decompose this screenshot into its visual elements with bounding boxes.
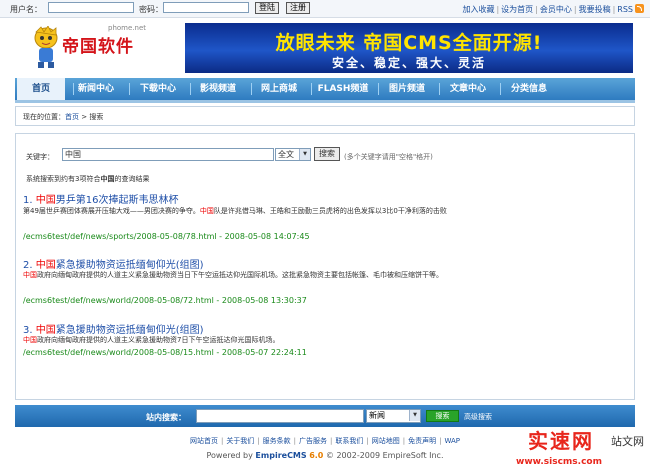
- nav-sub-strip: [15, 100, 635, 103]
- main-nav: 首页 新闻中心 下载中心 影视频道 网上商城 FLASH频道 图片频道 文章中心…: [15, 78, 635, 100]
- footer-select-value: 新闻: [369, 411, 385, 420]
- nav-shop[interactable]: 网上商城: [250, 78, 308, 100]
- footer-link-contact[interactable]: 联系我们: [335, 437, 363, 445]
- nav-article[interactable]: 文章中心: [439, 78, 497, 100]
- result-date: - 2008-05-08 14:07:45: [216, 232, 310, 241]
- footer-link-sitemap[interactable]: 网站地图: [372, 437, 400, 445]
- powered-prefix: Powered by: [206, 451, 256, 460]
- footer-search-button[interactable]: 搜索: [426, 410, 459, 422]
- footer-link-wap[interactable]: WAP: [444, 437, 460, 445]
- breadcrumb-home[interactable]: 首页: [65, 113, 79, 121]
- search-results-panel: 关键字： 中国 全文 ▼ 搜索 (多个关键字请用"空格"格开) 系统搜索到约有3项…: [15, 133, 635, 400]
- result-url[interactable]: /ecms6test/def/news/world/2008-05-08/72.…: [23, 296, 307, 305]
- powered-brand-link[interactable]: EmpireCMS: [255, 451, 306, 460]
- scope-select[interactable]: 全文 ▼: [275, 148, 311, 161]
- footer-search-input[interactable]: [196, 409, 364, 423]
- desc-highlight: 中国: [199, 207, 214, 215]
- search-tip: (多个关键字请用"空格"格开): [344, 153, 433, 161]
- rss-link[interactable]: RSS: [617, 5, 633, 14]
- password-label: 密码：: [139, 5, 163, 14]
- mascot-icon: [34, 26, 58, 68]
- ad-banner[interactable]: 放眼未来 帝国CMS全面开源! 安全、稳定、强大、灵活: [185, 23, 633, 73]
- breadcrumb-separator: >: [79, 113, 90, 121]
- nav-download[interactable]: 下载中心: [129, 78, 187, 100]
- breadcrumb-current: 搜索: [89, 113, 104, 121]
- chevron-down-icon[interactable]: ▼: [409, 410, 420, 421]
- nav-home[interactable]: 首页: [17, 78, 65, 100]
- nav-news[interactable]: 新闻中心: [67, 78, 125, 100]
- chevron-down-icon[interactable]: ▼: [299, 149, 310, 160]
- result-url[interactable]: /ecms6test/def/news/world/2008-05-08/15.…: [23, 348, 307, 357]
- keyword-input[interactable]: 中国: [62, 148, 274, 161]
- username-label: 用户名：: [10, 5, 42, 14]
- rss-icon[interactable]: [635, 4, 644, 13]
- nav-flash[interactable]: FLASH频道: [311, 78, 375, 100]
- summary-suffix: 的查询结果: [114, 175, 150, 183]
- desc-text: 政府向缅甸政府提供的人道主义紧急援助物资当日下午空运抵达仰光国际机场。这批紧急物…: [37, 271, 443, 279]
- result-title-text: 男乒第16次捧起斯韦思林杯: [55, 195, 179, 206]
- result-title[interactable]: 3. 中国紧急援助物资运抵缅甸仰光(组图): [23, 321, 204, 336]
- nav-photo[interactable]: 图片频道: [378, 78, 436, 100]
- top-login-bar: 用户名： 密码： 登陆 注册 加入收藏 | 设为首页 | 会员中心 | 我要投稿 | RSS: [0, 0, 650, 18]
- desc-text: 政府向缅甸政府提供的人道主义紧急援助物资7日下午空运抵达仰光国际机场。: [37, 336, 280, 344]
- footer-link-disclaimer[interactable]: 免责声明: [408, 437, 436, 445]
- top-links: 加入收藏 | 设为首页 | 会员中心 | 我要投稿 | RSS: [462, 4, 644, 15]
- password-input[interactable]: [163, 2, 249, 13]
- footer-link-home[interactable]: 网站首页: [190, 437, 218, 445]
- desc-text: 队是许兆借马琳、王皓和王励勤三员虎将的出色发挥以3比0干净利落的击败: [213, 207, 447, 215]
- result-title[interactable]: 1. 中国男乒第16次捧起斯韦思林杯: [23, 191, 178, 206]
- username-input[interactable]: [48, 2, 134, 13]
- result-description: 中国政府向缅甸政府提供的人道主义紧急援助物资7日下午空运抵达仰光国际机场。: [23, 335, 513, 346]
- member-center-link[interactable]: 会员中心: [540, 5, 572, 14]
- advanced-search-link[interactable]: 高级搜索: [464, 412, 492, 422]
- url-text: /ecms6test/def/news/world/2008-05-08/15.…: [23, 348, 214, 357]
- breadcrumb-prefix: 现在的位置：: [23, 113, 65, 121]
- breadcrumb: 现在的位置：首页 > 搜索: [15, 106, 635, 126]
- url-text: /ecms6test/def/news/world/2008-05-08/72.…: [23, 296, 214, 305]
- summary-keyword: 中国: [100, 175, 115, 183]
- result-date: - 2008-05-08 13:30:37: [213, 296, 307, 305]
- result-url[interactable]: /ecms6test/def/news/sports/2008-05-08/78…: [23, 232, 310, 241]
- watermark-logo: 实速网: [528, 429, 594, 453]
- nav-classified[interactable]: 分类信息: [500, 78, 558, 100]
- result-date: - 2008-05-07 22:24:11: [213, 348, 307, 357]
- banner-subtitle: 安全、稳定、强大、灵活: [331, 56, 486, 70]
- search-button[interactable]: 搜索: [314, 147, 340, 161]
- result-description: 中国政府向缅甸政府提供的人道主义紧急援助物资当日下午空运抵达仰光国际机场。这批紧…: [23, 270, 513, 281]
- register-button[interactable]: 注册: [286, 2, 310, 14]
- result-number: 1.: [23, 195, 33, 206]
- site-logo[interactable]: 帝国软件: [62, 32, 134, 57]
- url-text: /ecms6test/def/news/sports/2008-05-08/78…: [23, 232, 217, 241]
- nav-movie[interactable]: 影视频道: [189, 78, 247, 100]
- login-button[interactable]: 登陆: [255, 2, 279, 14]
- desc-highlight: 中国: [23, 271, 37, 279]
- watermark-subtext: 站文网: [611, 435, 644, 448]
- watermark-url: www.siscms.com: [516, 457, 602, 467]
- footer-category-select[interactable]: 新闻 ▼: [366, 409, 421, 423]
- add-favorite-link[interactable]: 加入收藏: [462, 5, 494, 14]
- keyword-label: 关键字：: [26, 153, 54, 161]
- result-description: 第49届世乒赛团体赛展开压轴大戏——男团决赛的争夺。中国队是许兆借马琳、王皓和王…: [23, 206, 513, 217]
- submit-article-link[interactable]: 我要投稿: [579, 5, 611, 14]
- footer-link-ads[interactable]: 广告服务: [299, 437, 327, 445]
- result-highlight: 中国: [35, 195, 56, 206]
- scope-value: 全文: [278, 150, 294, 159]
- powered-suffix: © 2002-2009 EmpireSoft Inc.: [323, 451, 444, 460]
- footer-search-bar: 站内搜索： 新闻 ▼ 搜索 高级搜索: [15, 405, 635, 427]
- footer-link-about[interactable]: 关于我们: [226, 437, 254, 445]
- set-homepage-link[interactable]: 设为首页: [501, 5, 533, 14]
- desc-highlight: 中国: [23, 336, 37, 344]
- footer-link-terms[interactable]: 服务条款: [263, 437, 291, 445]
- search-summary: 系统搜索到约有3项符合中国的查询结果: [26, 174, 149, 184]
- desc-text: 第49届世乒赛团体赛展开压轴大戏——男团决赛的争夺。: [23, 207, 200, 215]
- summary-prefix: 系统搜索到约有3项符合: [26, 175, 101, 183]
- powered-version: 6.0: [309, 451, 324, 460]
- logo-domain: phome.net: [108, 24, 147, 32]
- result-title[interactable]: 2. 中国紧急援助物资运抵缅甸仰光(组图): [23, 256, 204, 271]
- footer-search-label: 站内搜索：: [146, 413, 186, 422]
- banner-title: 放眼未来 帝国CMS全面开源!: [275, 32, 543, 54]
